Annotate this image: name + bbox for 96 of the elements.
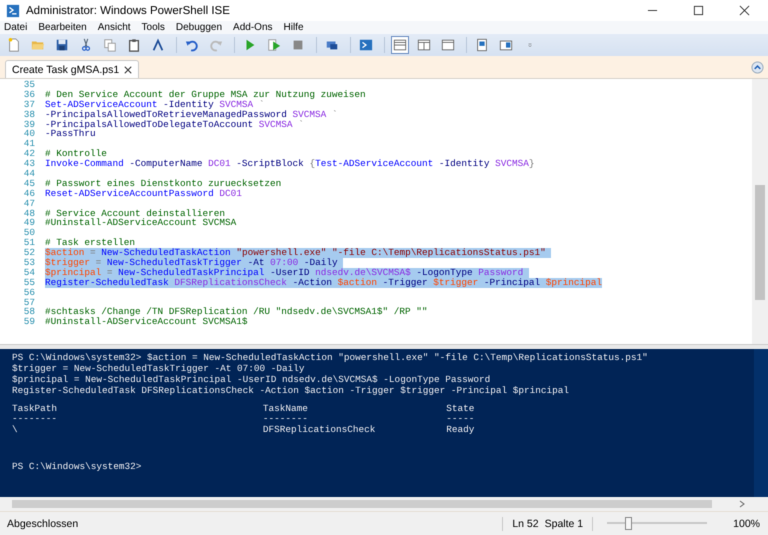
overflow-icon <box>526 41 534 49</box>
column-header: TaskName <box>262 404 309 414</box>
scrollbar[interactable] <box>752 79 768 344</box>
layout-button[interactable] <box>391 36 409 54</box>
code-line: #schtasks /Change /TN DFSReplication /RU "ndsedv.de\SVCMSA1$" /RP "" <box>45 307 428 318</box>
code-line: # Service Account deinstallieren <box>45 208 226 218</box>
console-pane[interactable] <box>0 349 768 497</box>
undo-icon <box>185 38 199 52</box>
code-line: # Passwort eines Dienstkonto zuruecksetzen <box>45 178 282 189</box>
menu-item[interactable]: Ansicht <box>98 22 131 33</box>
line-number: 40 <box>22 129 35 140</box>
line-number: 41 <box>22 139 35 150</box>
console-line: Register-ScheduledTask DFSReplicationsCheck -Action $action -Trigger $trigger -Principal $principal <box>12 386 570 397</box>
chevron-right-icon[interactable] <box>738 500 746 508</box>
code-line: -PrincipalsAllowedToRetrieveManagedPassword SVCMSA ` <box>45 110 338 120</box>
powershell-icon <box>359 38 373 52</box>
menu-item[interactable]: Bearbeiten <box>38 22 87 33</box>
powershell-icon <box>6 4 20 18</box>
column-indicator: Spalte 1 <box>544 518 584 530</box>
maximize-pane-icon <box>441 38 455 52</box>
console-line: $trigger = New-ScheduledTaskTrigger -At 07:00 -Daily <box>12 364 306 375</box>
console-line: PS C:\Windows\system32> $action = New-ScheduledTaskAction "powershell.exe" "-file C:\Temp\ReplicationsStatus.ps1" <box>12 353 649 364</box>
line-number: 58 <box>22 307 35 318</box>
scrollbar[interactable] <box>0 497 768 511</box>
line-number: 39 <box>22 120 35 130</box>
scrollbar[interactable] <box>754 349 768 497</box>
line-number: 53 <box>22 258 35 268</box>
code-line: # Den Service Account der Gruppe MSA zur Nutzung zuweisen <box>45 90 366 100</box>
line-number: 47 <box>22 198 35 209</box>
column-header: TaskPath <box>12 404 58 414</box>
code-line: Reset-ADServiceAccountPassword DC01 <box>45 188 242 199</box>
file-tab[interactable]: Create Task gMSA.ps1 <box>5 60 140 78</box>
line-number: 50 <box>22 228 35 238</box>
line-number: 38 <box>22 110 35 120</box>
header-underline: -------- <box>12 414 58 425</box>
collapse-icon[interactable] <box>751 60 764 74</box>
line-number: 48 <box>22 208 35 218</box>
zoom-percentage: 100% <box>733 518 760 530</box>
line-number: 45 <box>22 178 35 189</box>
line-number: 49 <box>22 218 35 228</box>
line-number: 44 <box>22 169 35 179</box>
table-cell-text: \ <box>12 424 19 436</box>
code-line: # Task erstellen <box>45 238 136 248</box>
line-number: 42 <box>22 149 35 160</box>
line-number: 51 <box>22 238 35 248</box>
code-line: -PassThru <box>45 129 96 140</box>
code-line: Invoke-Command -ComputerName DC01 -ScriptBlock {Test-ADServiceAccount -Identity SVCMSA} <box>45 159 535 170</box>
code-line: -PrincipalsAllowedToDelegateToAccount SVCMSA ` <box>45 120 304 130</box>
tab-label: Create Task gMSA.ps1 <box>12 64 120 76</box>
clipboard-icon <box>127 38 141 52</box>
line-number: 36 <box>22 90 35 100</box>
redo-icon <box>209 38 223 52</box>
header-underline: ----- <box>446 414 476 425</box>
new-file-icon <box>7 38 21 52</box>
line-indicator: Ln 52 <box>512 518 539 530</box>
close-icon[interactable] <box>739 5 750 16</box>
line-number: 52 <box>22 248 35 258</box>
status-text: Abgeschlossen <box>7 518 78 530</box>
menu-item[interactable]: Debuggen <box>176 22 222 33</box>
run-selection-icon <box>267 38 281 52</box>
line-number: 35 <box>22 80 35 90</box>
column-header: State <box>446 404 476 414</box>
line-number: 59 <box>22 317 35 328</box>
scissors-icon <box>79 38 93 52</box>
window-title: Administrator: Windows PowerShell ISE <box>26 4 230 16</box>
code-line: #Uninstall-ADServiceAccount SVCMSA <box>45 218 236 228</box>
code-line: Set-ADServiceAccount -Identity SVCMSA ` <box>45 100 264 110</box>
menu-item[interactable]: Add-Ons <box>233 22 273 33</box>
table-cell-text: DFSReplicationsCheck <box>262 424 376 436</box>
menu-item[interactable]: Datei <box>4 22 28 33</box>
scrollbar-thumb[interactable] <box>12 500 712 508</box>
copy-icon <box>103 38 117 52</box>
maximize-icon[interactable] <box>693 5 704 16</box>
line-number: 37 <box>22 100 35 110</box>
slider-thumb[interactable] <box>625 517 632 530</box>
close-icon[interactable] <box>124 66 132 74</box>
script-pane-icon <box>475 38 489 52</box>
table-cell-text: Ready <box>446 424 476 436</box>
console-pane-icon <box>499 38 513 52</box>
line-number: 57 <box>22 298 35 308</box>
line-number: 55 <box>22 278 35 288</box>
stop-icon <box>291 38 305 52</box>
menu-item[interactable]: Hilfe <box>284 22 304 33</box>
scrollbar-thumb[interactable] <box>755 185 765 300</box>
line-number: 46 <box>22 188 35 199</box>
code-line: # Kontrolle <box>45 149 107 160</box>
line-number: 43 <box>22 159 35 170</box>
header-underline: -------- <box>262 414 309 425</box>
menu-item[interactable]: Tools <box>142 22 165 33</box>
code-line: #Uninstall-ADServiceAccount SVCMSA1$ <box>45 317 248 328</box>
split-horizontal-icon <box>393 38 407 52</box>
line-number: 54 <box>22 268 35 278</box>
console-line: $principal = New-ScheduledTaskPrincipal -UserID ndsedv.de\SVCMSA$ -LogonType Password <box>12 374 492 386</box>
split-vertical-icon <box>417 38 431 52</box>
console-prompt: PS C:\Windows\system32> <box>12 462 142 474</box>
line-number: 56 <box>22 288 35 298</box>
